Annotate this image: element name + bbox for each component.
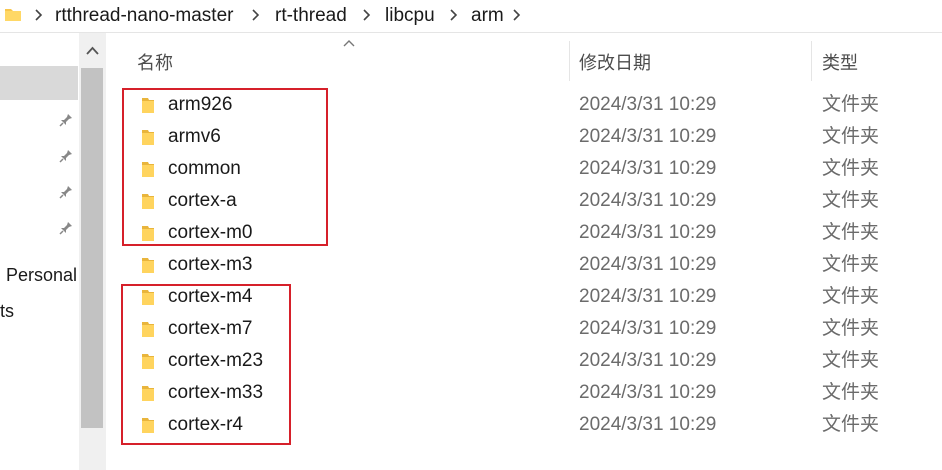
nav-item-selected[interactable] [0, 66, 78, 100]
pin-icon[interactable] [58, 184, 74, 200]
file-type: 文件夹 [822, 94, 880, 115]
breadcrumb-rt-thread[interactable]: rt-thread [275, 4, 347, 28]
chevron-right-icon[interactable] [449, 8, 459, 22]
sort-ascending-icon [343, 40, 355, 47]
breadcrumb-arm[interactable]: arm [471, 4, 504, 28]
file-date: 2024/3/31 10:29 [579, 414, 717, 435]
address-bar[interactable]: rtthread-nano-master rt-thread libcpu ar… [0, 0, 942, 33]
file-date: 2024/3/31 10:29 [579, 126, 717, 147]
highlight-box [122, 88, 328, 246]
file-date: 2024/3/31 10:29 [579, 382, 717, 403]
file-type: 文件夹 [822, 350, 880, 371]
file-name[interactable]: cortex-m3 [168, 254, 252, 276]
pin-icon[interactable] [58, 220, 74, 236]
folder-icon [142, 258, 154, 273]
column-divider[interactable] [811, 41, 812, 81]
file-list: 名称 修改日期 类型 arm926 2024/3/31 10:29 文件夹 armv6… [106, 33, 942, 470]
column-header-date[interactable]: 修改日期 [579, 52, 651, 74]
highlight-box [121, 284, 291, 445]
scroll-up-arrow-icon[interactable] [79, 37, 106, 67]
file-row[interactable]: cortex-m3 2024/3/31 10:29 文件夹 [106, 249, 942, 281]
file-date: 2024/3/31 10:29 [579, 350, 717, 371]
nav-item-personal[interactable]: Personal [6, 264, 77, 286]
column-header-name[interactable]: 名称 [137, 52, 173, 74]
scrollbar-thumb[interactable] [81, 68, 103, 428]
breadcrumb-rtthread-nano-master[interactable]: rtthread-nano-master [55, 4, 233, 28]
column-divider[interactable] [569, 41, 570, 81]
file-type: 文件夹 [822, 158, 880, 179]
file-type: 文件夹 [822, 222, 880, 243]
file-date: 2024/3/31 10:29 [579, 190, 717, 211]
file-date: 2024/3/31 10:29 [579, 254, 717, 275]
file-type: 文件夹 [822, 190, 880, 211]
nav-scrollbar[interactable] [79, 33, 106, 470]
pin-icon[interactable] [58, 148, 74, 164]
file-date: 2024/3/31 10:29 [579, 318, 717, 339]
file-type: 文件夹 [822, 414, 880, 435]
file-type: 文件夹 [822, 286, 880, 307]
nav-item-truncated[interactable]: ts [0, 300, 14, 322]
file-type: 文件夹 [822, 126, 880, 147]
chevron-right-icon[interactable] [512, 8, 522, 22]
chevron-right-icon[interactable] [251, 8, 261, 22]
folder-icon [5, 9, 21, 21]
file-date: 2024/3/31 10:29 [579, 158, 717, 179]
file-type: 文件夹 [822, 318, 880, 339]
file-date: 2024/3/31 10:29 [579, 222, 717, 243]
file-date: 2024/3/31 10:29 [579, 94, 717, 115]
chevron-right-icon[interactable] [34, 8, 44, 22]
file-date: 2024/3/31 10:29 [579, 286, 717, 307]
pin-icon[interactable] [58, 112, 74, 128]
navigation-pane: Personal ts [0, 33, 106, 470]
file-type: 文件夹 [822, 382, 880, 403]
column-header-type[interactable]: 类型 [822, 52, 858, 74]
chevron-right-icon[interactable] [362, 8, 372, 22]
file-type: 文件夹 [822, 254, 880, 275]
breadcrumb-libcpu[interactable]: libcpu [385, 4, 435, 28]
